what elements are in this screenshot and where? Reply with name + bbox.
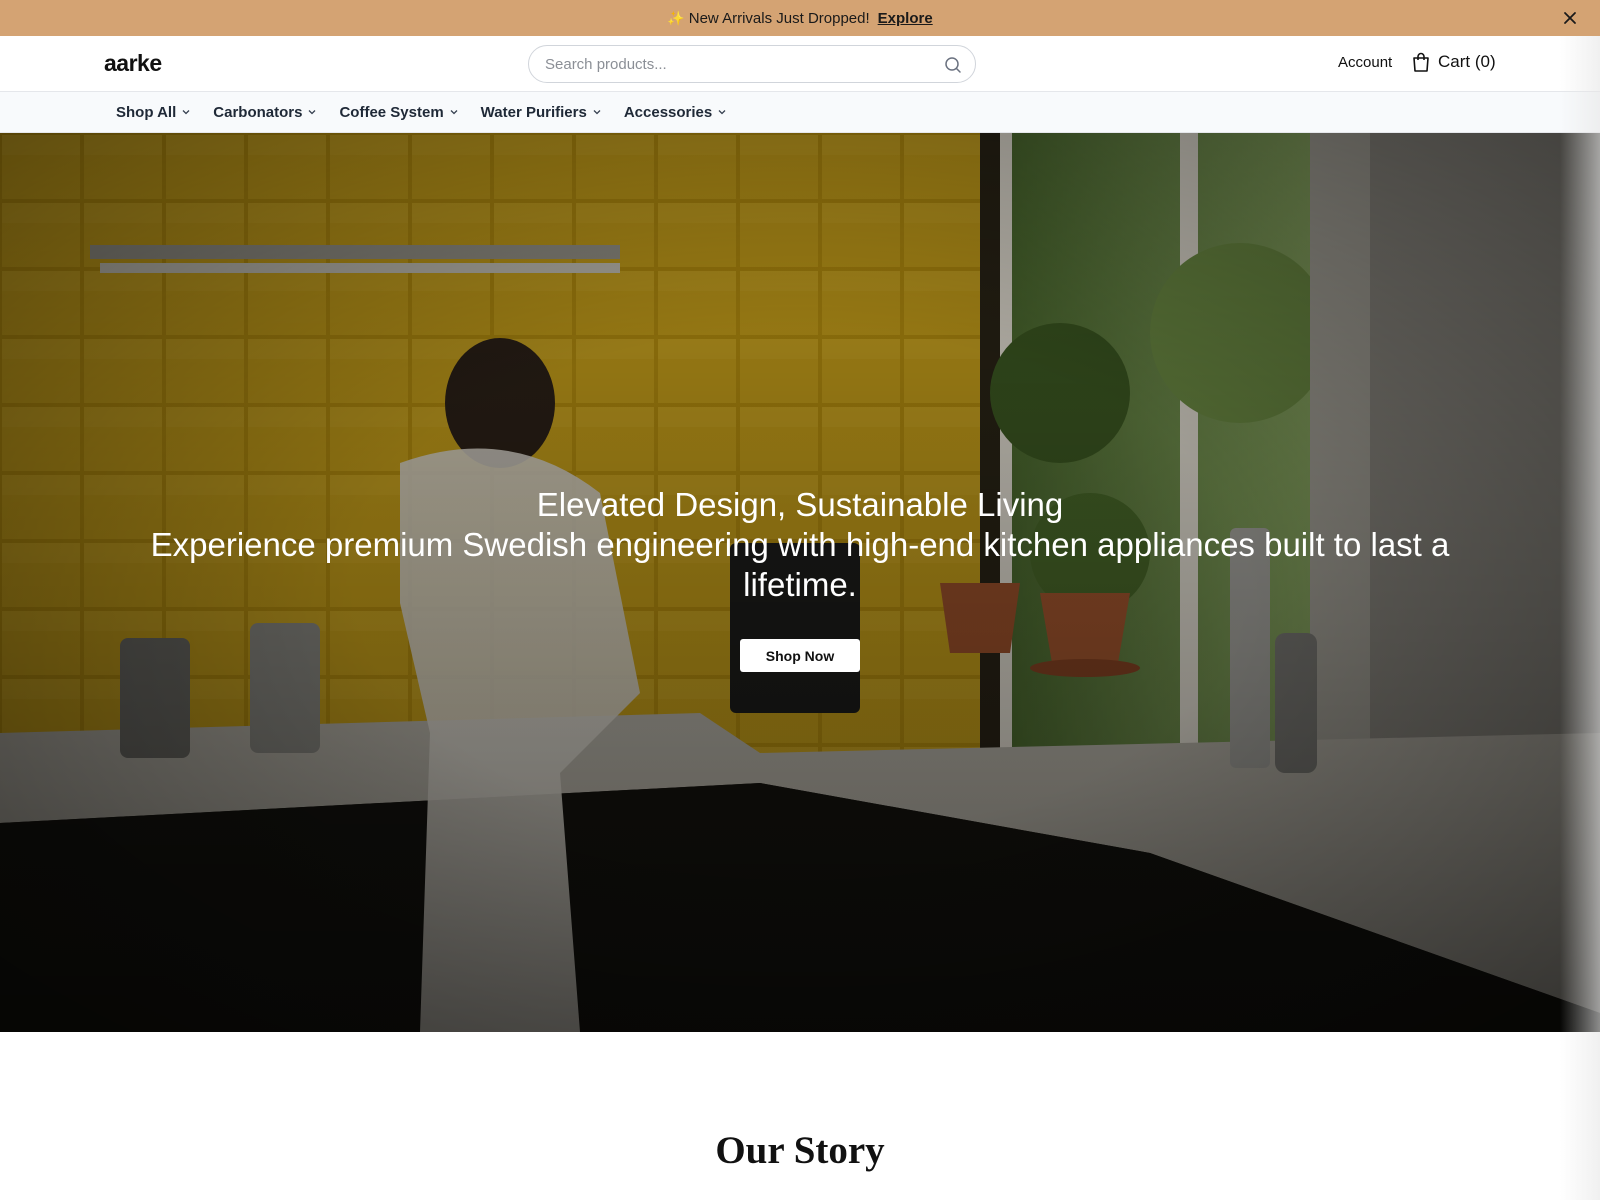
nav-label: Shop All [116,103,177,121]
section-title: Our Story [715,1129,885,1172]
chevron-down-icon [182,110,190,115]
chevron-down-icon [718,110,726,115]
search-icon[interactable] [943,55,963,75]
close-icon[interactable] [1560,8,1580,28]
cart-button[interactable]: Cart (0) [1412,52,1496,72]
account-link[interactable]: Account [1338,54,1392,71]
nav-item-shop-all[interactable]: Shop All [116,104,191,121]
nav-item-coffee-system[interactable]: Coffee System [339,104,458,121]
hero-text: Elevated Design, Sustainable Living Expe… [0,485,1600,605]
sparkle-icon: ✨ [667,9,685,26]
shop-now-button[interactable]: Shop Now [740,639,860,672]
announcement-text: New Arrivals Just Dropped! [688,9,870,27]
chevron-down-icon [450,110,458,115]
search-bar [528,45,976,83]
chevron-down-icon [309,110,316,115]
nav-item-carbonators[interactable]: Carbonators [213,104,317,121]
nav-item-accessories[interactable]: Accessories [624,104,727,121]
explore-link[interactable]: Explore [878,10,933,27]
site-header: aarke Account Cart (0) [0,36,1600,92]
hero-subtitle: Experience premium Swedish engineering w… [150,526,1450,603]
announcement-bar: ✨ New Arrivals Just Dropped! Explore [0,0,1600,36]
logo[interactable]: aarke [104,50,162,77]
nav-item-water-purifiers[interactable]: Water Purifiers [481,104,602,121]
hero-section: Elevated Design, Sustainable Living Expe… [0,133,1600,1032]
chevron-down-icon [593,110,601,115]
search-input[interactable] [545,46,925,82]
nav-label: Carbonators [213,103,303,121]
nav-label: Accessories [623,103,713,121]
main-nav: Shop All Carbonators Coffee System Water… [0,92,1600,133]
shopping-bag-icon [1413,52,1429,72]
nav-label: Water Purifiers [480,103,587,121]
hero-title: Elevated Design, Sustainable Living [536,486,1064,523]
nav-label: Coffee System [339,103,444,121]
cart-label: Cart (0) [1438,52,1496,71]
